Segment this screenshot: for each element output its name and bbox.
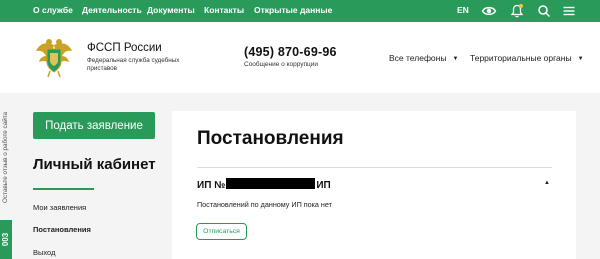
side-badge[interactable]: 003	[0, 220, 12, 259]
nav-item-contacts[interactable]: Контакты	[204, 5, 244, 15]
eye-icon[interactable]	[481, 3, 497, 19]
title-underline	[33, 188, 94, 190]
language-switch[interactable]: EN	[457, 5, 469, 15]
unsubscribe-button[interactable]: Отписаться	[196, 223, 247, 240]
caret-down-icon: ▼	[452, 56, 459, 62]
territorial-label: Территориальные органы	[470, 53, 572, 63]
ip-suffix: ИП	[316, 180, 331, 191]
ip-prefix: ИП №	[197, 180, 226, 191]
sidebar-item-my-applications[interactable]: Мои заявления	[33, 203, 86, 212]
divider	[197, 167, 552, 168]
site-header: ФССП России Федеральная служба судебных …	[0, 22, 600, 93]
nav-item-about[interactable]: О службе	[33, 5, 73, 15]
submit-application-button[interactable]: Подать заявление	[33, 112, 155, 139]
feedback-label: Оставьте отзыв о работе сайта	[2, 111, 10, 203]
page-title: Постановления	[197, 128, 344, 149]
notification-dot	[519, 4, 523, 8]
top-nav-bar: О службе Деятельность Документы Контакты…	[0, 0, 600, 22]
sidebar-item-resolutions[interactable]: Постановления	[33, 225, 91, 234]
caret-down-icon: ▼	[577, 56, 584, 62]
all-phones-dropdown[interactable]: Все телефоны ▼	[389, 53, 458, 63]
ip-accordion-header[interactable]: ИП № ИП	[197, 178, 331, 191]
menu-icon[interactable]	[561, 3, 577, 19]
org-title[interactable]: ФССП России	[87, 42, 162, 54]
nav-item-open-data[interactable]: Открытые данные	[254, 5, 332, 15]
chevron-up-icon[interactable]: ▲	[544, 180, 550, 186]
sidebar-item-logout[interactable]: Выход	[33, 248, 55, 257]
territorial-dropdown[interactable]: Территориальные органы ▼	[470, 53, 584, 63]
redacted-block	[226, 178, 316, 189]
feedback-side-link[interactable]: Оставьте отзыв о работе сайта	[0, 98, 12, 216]
main-content-card: Постановления ИП № ИП ▲ Постановлений по …	[172, 111, 576, 259]
hotline-phone[interactable]: (495) 870-69-96	[244, 45, 337, 59]
phone-caption: Сообщение о коррупции	[244, 61, 319, 68]
fssp-emblem-icon[interactable]	[34, 35, 74, 79]
org-subtitle: Федеральная служба судебных приставов	[87, 57, 180, 72]
empty-state-text: Постановлений по данному ИП пока нет	[197, 200, 332, 209]
nav-item-activity[interactable]: Деятельность	[82, 5, 142, 15]
side-badge-label: 003	[1, 232, 11, 247]
search-icon[interactable]	[536, 3, 552, 19]
cabinet-title: Личный кабинет	[33, 156, 156, 173]
nav-item-documents[interactable]: Документы	[147, 5, 195, 15]
all-phones-label: Все телефоны	[389, 53, 447, 63]
